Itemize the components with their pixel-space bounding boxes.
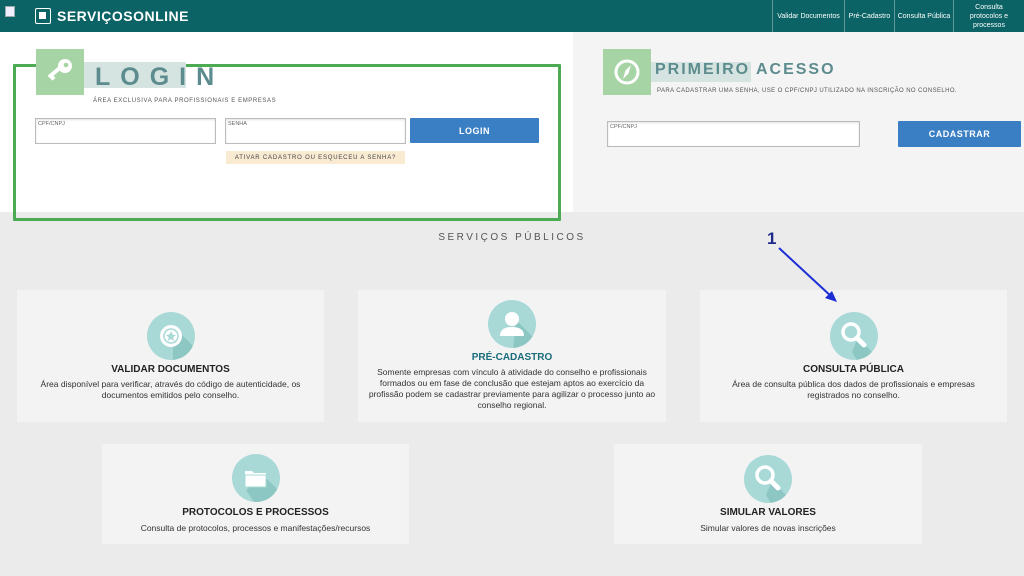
card-title-simular: SIMULAR VALORES bbox=[720, 507, 816, 518]
logo-text: SERVIÇOSONLINE bbox=[57, 8, 189, 24]
first-access-cpf-input[interactable]: CPF/CNPJ bbox=[607, 121, 860, 147]
card-desc-consulta: Área de consulta pública dos dados de pr… bbox=[732, 379, 975, 400]
magnifier-icon bbox=[744, 455, 792, 503]
annotation-arrow-icon bbox=[778, 247, 837, 302]
card-consulta-publica[interactable]: CONSULTA PÚBLICA Área de consulta públic… bbox=[700, 290, 1007, 422]
card-desc-simular: Simular valores de novas inscrições bbox=[700, 523, 836, 533]
card-desc-pre-cadastro: Somente empresas com vínculo à atividade… bbox=[368, 367, 656, 410]
card-desc-validar: Área disponível para verificar, através … bbox=[40, 379, 301, 400]
card-title-validar: VALIDAR DOCUMENTOS bbox=[111, 364, 230, 375]
card-title-consulta: CONSULTA PÚBLICA bbox=[803, 364, 904, 375]
card-simular-valores[interactable]: SIMULAR VALORES Simular valores de novas… bbox=[614, 444, 922, 544]
nav-pre-cadastro[interactable]: Pré-Cadastro bbox=[844, 0, 894, 32]
compass-icon bbox=[603, 49, 651, 95]
first-access-title: PRIMEIRO ACESSO bbox=[655, 61, 836, 78]
card-protocolos-processos[interactable]: PROTOCOLOS E PROCESSOS Consulta de proto… bbox=[102, 444, 409, 544]
cadastrar-button[interactable]: CADASTRAR bbox=[898, 121, 1021, 147]
cpf-cnpj-label: CPF/CNPJ bbox=[38, 121, 65, 127]
key-icon bbox=[36, 49, 84, 95]
folder-icon bbox=[232, 454, 280, 502]
cpf-cnpj-input[interactable]: CPF/CNPJ bbox=[35, 118, 216, 144]
forgot-password-link[interactable]: ATIVAR CADASTRO OU ESQUECEU A SENHA? bbox=[226, 151, 405, 164]
login-subtitle: ÁREA EXCLUSIVA PARA PROFISSIONAIS E EMPR… bbox=[93, 98, 277, 104]
seal-icon bbox=[147, 312, 195, 360]
card-title-pre-cadastro: PRÉ-CADASTRO bbox=[471, 352, 553, 363]
senha-label: SENHA bbox=[228, 121, 247, 127]
login-panel: LOGIN ÁREA EXCLUSIVA PARA PROFISSIONAIS … bbox=[0, 32, 573, 221]
login-button[interactable]: LOGIN bbox=[410, 118, 539, 143]
logo-icon bbox=[35, 8, 51, 24]
first-access-subtitle: PARA CADASTRAR UMA SENHA, USE O CPF/CNPJ… bbox=[657, 88, 958, 94]
first-access-cpf-label: CPF/CNPJ bbox=[610, 124, 637, 130]
magnifier-icon bbox=[830, 312, 878, 360]
nav-consulta-publica[interactable]: Consulta Pública bbox=[894, 0, 953, 32]
top-nav: Validar Documentos Pré-Cadastro Consulta… bbox=[772, 0, 1024, 32]
card-validar-documentos[interactable]: VALIDAR DOCUMENTOS Área disponível para … bbox=[17, 290, 324, 422]
card-title-protocolos: PROTOCOLOS E PROCESSOS bbox=[182, 507, 329, 518]
site-logo[interactable]: SERVIÇOSONLINE bbox=[35, 8, 189, 24]
login-title: LOGIN bbox=[95, 63, 225, 91]
user-icon bbox=[488, 300, 536, 348]
senha-input[interactable]: SENHA bbox=[225, 118, 406, 144]
top-navbar: SERVIÇOSONLINE Validar Documentos Pré-Ca… bbox=[0, 0, 1024, 32]
card-pre-cadastro[interactable]: PRÉ-CADASTRO Somente empresas com víncul… bbox=[358, 290, 666, 422]
services-title: SERVIÇOS PÚBLICOS bbox=[438, 232, 586, 243]
broken-image-icon bbox=[5, 6, 15, 17]
first-access-panel: PRIMEIRO ACESSO PARA CADASTRAR UMA SENHA… bbox=[573, 32, 1024, 212]
card-desc-protocolos: Consulta de protocolos, processos e mani… bbox=[140, 523, 371, 533]
nav-validar-documentos[interactable]: Validar Documentos bbox=[772, 0, 844, 32]
nav-consulta-protocolos[interactable]: Consulta protocolos e processos bbox=[953, 0, 1024, 32]
